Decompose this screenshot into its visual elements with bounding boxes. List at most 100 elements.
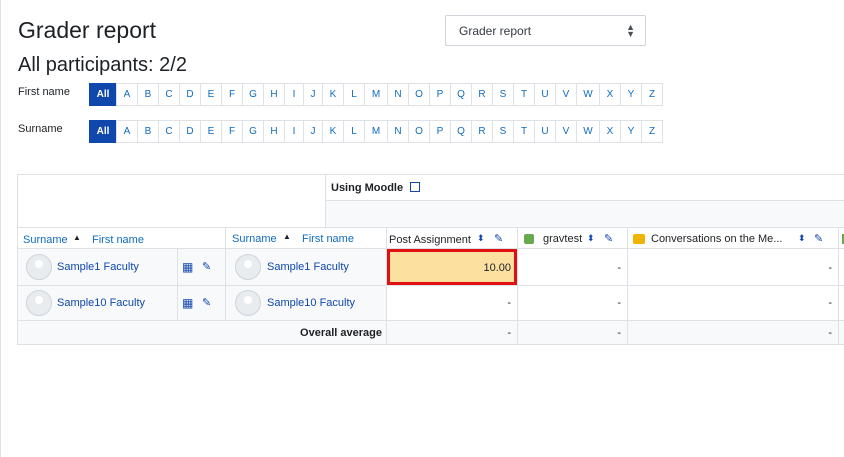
first-name-letter-z[interactable]: Z [641, 83, 663, 106]
first-name-letter-t[interactable]: T [513, 83, 535, 106]
first-name-letter-m[interactable]: M [364, 83, 388, 106]
grade-cell[interactable] [838, 285, 844, 321]
first-name-letter-v[interactable]: V [555, 83, 577, 106]
grade-value: - [617, 297, 621, 309]
surname-letter-c[interactable]: C [158, 120, 180, 143]
surname-letter-t[interactable]: T [513, 120, 535, 143]
surname-letter-i[interactable]: I [284, 120, 304, 143]
edit-pencil-icon[interactable]: ✎ [604, 232, 613, 245]
sort-asc-icon-2: ▲ [283, 232, 291, 241]
first-name-letter-q[interactable]: Q [450, 83, 472, 106]
surname-letter-b[interactable]: B [137, 120, 159, 143]
first-name-letter-s[interactable]: S [492, 83, 514, 106]
first-name-letter-e[interactable]: E [200, 83, 222, 106]
surname-letter-w[interactable]: W [576, 120, 600, 143]
collapse-category-icon[interactable] [410, 182, 420, 192]
surname-letter-y[interactable]: Y [620, 120, 642, 143]
first-name-letter-o[interactable]: O [408, 83, 430, 106]
surname-letter-d[interactable]: D [179, 120, 201, 143]
surname-letter-a[interactable]: A [116, 120, 138, 143]
surname-letter-l[interactable]: L [343, 120, 365, 143]
grade-item-link[interactable]: gravtest [543, 233, 582, 245]
first-name-letter-a[interactable]: A [116, 83, 138, 106]
first-name-letter-u[interactable]: U [534, 83, 556, 106]
user-name-link[interactable]: Sample10 Faculty [267, 297, 355, 309]
sort-icon[interactable]: ⬍ [587, 233, 595, 244]
surname-letter-h[interactable]: H [263, 120, 285, 143]
first-name-letter-f[interactable]: F [221, 83, 243, 106]
surname-letter-g[interactable]: G [242, 120, 264, 143]
report-view-select[interactable]: Grader report ▲ ▼ [445, 15, 646, 46]
surname-letter-o[interactable]: O [408, 120, 430, 143]
sort-firstname-link-2[interactable]: First name [302, 233, 354, 245]
sort-surname-link-2[interactable]: Surname [232, 233, 277, 245]
edit-pencil-icon[interactable]: ✎ [202, 260, 211, 273]
first-name-filter-label: First name [18, 86, 70, 98]
grade-cell[interactable]: - [627, 285, 839, 321]
sort-surname-link[interactable]: Surname [23, 234, 68, 246]
average-cell [838, 320, 844, 345]
average-value: - [617, 327, 621, 339]
first-name-letter-r[interactable]: R [471, 83, 493, 106]
first-name-letter-d[interactable]: D [179, 83, 201, 106]
surname-letter-s[interactable]: S [492, 120, 514, 143]
surname-letter-k[interactable]: K [322, 120, 344, 143]
grade-cell[interactable]: - [517, 285, 628, 321]
overall-average-row: Overall average [17, 320, 387, 345]
surname-letter-u[interactable]: U [534, 120, 556, 143]
first-name-letter-n[interactable]: N [387, 83, 409, 106]
surname-letter-x[interactable]: X [599, 120, 621, 143]
grade-value: 10.00 [483, 262, 511, 274]
average-cell: - [517, 320, 628, 345]
first-name-letter-h[interactable]: H [263, 83, 285, 106]
surname-letter-m[interactable]: M [364, 120, 388, 143]
surname-letter-r[interactable]: R [471, 120, 493, 143]
table-row-user: Sample1 Faculty [225, 248, 387, 286]
grade-value: - [828, 297, 832, 309]
sort-firstname-link[interactable]: First name [92, 234, 144, 246]
first-name-letter-i[interactable]: I [284, 83, 304, 106]
user-name-link[interactable]: Sample1 Faculty [267, 261, 349, 273]
table-icon[interactable]: ▦ [182, 296, 193, 310]
sort-icon[interactable]: ⬍ [798, 233, 806, 244]
first-name-letter-w[interactable]: W [576, 83, 600, 106]
grade-cell[interactable]: 10.00 [386, 248, 518, 286]
table-icon[interactable]: ▦ [182, 260, 193, 274]
header-user-left: Surname ▲ First name [17, 227, 226, 249]
user-name-link[interactable]: Sample1 Faculty [57, 261, 139, 273]
avatar [26, 254, 52, 280]
edit-pencil-icon[interactable]: ✎ [202, 296, 211, 309]
grade-item-link[interactable]: Post Assignment [389, 234, 471, 246]
first-name-letter-x[interactable]: X [599, 83, 621, 106]
surname-letter-all[interactable]: All [89, 120, 117, 143]
edit-pencil-icon[interactable]: ✎ [494, 232, 503, 245]
first-name-letter-j[interactable]: J [303, 83, 323, 106]
first-name-letter-b[interactable]: B [137, 83, 159, 106]
surname-letter-q[interactable]: Q [450, 120, 472, 143]
first-name-letter-l[interactable]: L [343, 83, 365, 106]
surname-letter-j[interactable]: J [303, 120, 323, 143]
surname-letter-p[interactable]: P [429, 120, 451, 143]
first-name-letter-y[interactable]: Y [620, 83, 642, 106]
first-name-letter-g[interactable]: G [242, 83, 264, 106]
grade-item-link[interactable]: Conversations on the Me... [651, 233, 782, 245]
surname-letter-z[interactable]: Z [641, 120, 663, 143]
surname-letter-f[interactable]: F [221, 120, 243, 143]
first-name-letter-c[interactable]: C [158, 83, 180, 106]
grade-cell[interactable]: - [517, 248, 628, 286]
edit-pencil-icon[interactable]: ✎ [814, 232, 823, 245]
grade-cell[interactable] [838, 248, 844, 286]
grade-cell[interactable]: - [627, 248, 839, 286]
user-name-link[interactable]: Sample10 Faculty [57, 297, 145, 309]
surname-letter-n[interactable]: N [387, 120, 409, 143]
first-name-letter-all[interactable]: All [89, 83, 117, 106]
average-value: - [828, 327, 832, 339]
surname-letter-v[interactable]: V [555, 120, 577, 143]
first-name-letter-p[interactable]: P [429, 83, 451, 106]
first-name-letter-k[interactable]: K [322, 83, 344, 106]
grade-cell[interactable]: - [386, 285, 518, 321]
sort-icon[interactable]: ⬍ [477, 233, 485, 244]
chat-icon [633, 234, 645, 244]
surname-letter-e[interactable]: E [200, 120, 222, 143]
row-actions: ▦ ✎ [177, 248, 226, 286]
